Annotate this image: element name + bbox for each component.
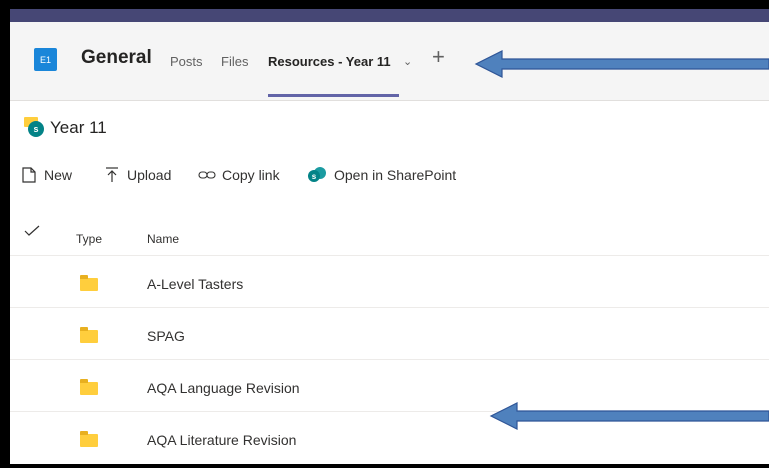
new-label: New — [44, 167, 73, 183]
chevron-down-icon[interactable]: ⌄ — [403, 55, 412, 68]
column-header-type[interactable]: Type — [76, 232, 102, 246]
check-icon[interactable] — [24, 225, 40, 237]
folder-icon — [80, 275, 98, 291]
upload-label: Upload — [127, 167, 172, 183]
folder-icon — [80, 431, 98, 447]
sharepoint-folder-icon: s — [22, 117, 46, 137]
annotation-arrow-icon — [489, 402, 769, 430]
copy-link-button[interactable]: Copy link — [198, 167, 280, 183]
link-icon — [198, 171, 216, 179]
list-item[interactable]: A-Level Tasters — [10, 255, 769, 308]
open-in-sharepoint-label: Open in SharePoint — [334, 167, 457, 183]
tab-files[interactable]: Files — [221, 54, 248, 69]
tab-resources-year-11[interactable]: Resources - Year 11 — [268, 54, 391, 69]
sharepoint-icon: s — [308, 167, 328, 183]
title-bar — [10, 9, 769, 22]
upload-icon — [106, 167, 118, 182]
column-header-name[interactable]: Name — [147, 232, 179, 246]
list-header — [10, 209, 769, 255]
new-button[interactable]: New — [22, 167, 72, 183]
tab-posts[interactable]: Posts — [170, 54, 203, 69]
new-document-icon — [22, 167, 36, 183]
teams-window: E1 General Posts Files Resources - Year … — [0, 0, 769, 468]
library-title: Year 11 — [50, 118, 107, 137]
open-in-sharepoint-button[interactable]: s Open in SharePoint — [308, 167, 456, 183]
folder-name[interactable]: AQA Language Revision — [147, 380, 300, 396]
upload-button[interactable]: Upload — [105, 167, 171, 183]
folder-icon — [80, 327, 98, 343]
copy-link-label: Copy link — [222, 167, 280, 183]
folder-icon — [80, 379, 98, 395]
team-avatar[interactable]: E1 — [34, 48, 57, 71]
annotation-arrow-icon — [474, 50, 769, 78]
active-tab-indicator — [268, 94, 399, 97]
folder-name[interactable]: A-Level Tasters — [147, 276, 243, 292]
plus-icon[interactable]: + — [432, 44, 445, 70]
folder-name[interactable]: AQA Literature Revision — [147, 432, 296, 448]
folder-name[interactable]: SPAG — [147, 328, 185, 344]
list-item[interactable]: SPAG — [10, 307, 769, 360]
channel-title: General — [81, 47, 152, 68]
